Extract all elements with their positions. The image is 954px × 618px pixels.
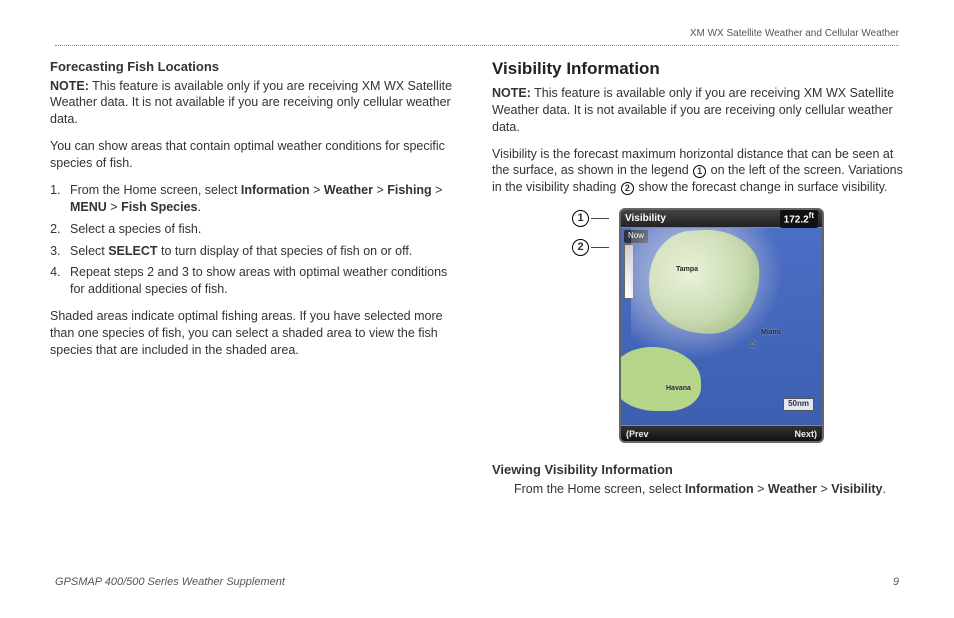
step-3: Select SELECT to turn display of that sp… [64, 243, 462, 260]
header-divider [55, 45, 899, 46]
callouts: 1 2 [572, 208, 609, 268]
note-text-r: This feature is available only if you ar… [492, 86, 894, 134]
callout-inline-2: 2 [621, 182, 634, 195]
step3-bold: SELECT [108, 244, 157, 258]
next-label: Next) [794, 428, 817, 440]
heading-visibility: Visibility Information [492, 58, 904, 81]
note-para: NOTE: This feature is available only if … [50, 78, 462, 129]
callout-num-1: 1 [572, 210, 589, 227]
right-column: Visibility Information NOTE: This featur… [492, 58, 904, 508]
note-text: This feature is available only if you ar… [50, 79, 452, 127]
callout-1: 1 [572, 210, 609, 227]
prev-label: (Prev [626, 428, 649, 440]
note-label-r: NOTE: [492, 86, 531, 100]
step-2: Select a species of fish. [64, 221, 462, 238]
nav-info: Information [241, 183, 310, 197]
device-screenshot: Visibility 172.2ft Now Tampa Miami Havan… [619, 208, 824, 443]
land-florida [646, 226, 764, 337]
step3-post: to turn display of that species of fish … [158, 244, 413, 258]
callout-2: 2 [572, 239, 609, 256]
vis-c: show the forecast change in surface visi… [635, 180, 888, 194]
city-miami: Miami [761, 328, 781, 337]
city-tampa: Tampa [676, 265, 698, 274]
page-number: 9 [893, 576, 899, 588]
left-column: Forecasting Fish Locations NOTE: This fe… [50, 58, 462, 508]
callout-line-1 [591, 218, 609, 219]
vis-desc: Visibility is the forecast maximum horiz… [492, 146, 904, 197]
section-title-forecasting: Forecasting Fish Locations [50, 58, 462, 76]
city-havana: Havana [666, 384, 691, 393]
note-para-right: NOTE: This feature is available only if … [492, 85, 904, 136]
viewing-steps: From the Home screen, select Information… [514, 481, 904, 498]
header-chapter: XM WX Satellite Weather and Cellular Wea… [690, 28, 899, 39]
vv-info: Information [685, 482, 754, 496]
page-footer: GPSMAP 400/500 Series Weather Supplement… [55, 576, 899, 588]
sub-heading-viewing: Viewing Visibility Information [492, 461, 904, 479]
callout-inline-1: 1 [693, 165, 706, 178]
vv-weather: Weather [768, 482, 817, 496]
boat-icon: ⌂ [749, 335, 756, 351]
map-legend [624, 244, 634, 299]
step-4: Repeat steps 2 and 3 to show areas with … [64, 264, 462, 298]
step3-pre: Select [70, 244, 108, 258]
figure: 1 2 Visibility 172.2ft Now Tampa [492, 208, 904, 443]
nav-weather: Weather [324, 183, 373, 197]
vv-vis: Visibility [831, 482, 882, 496]
page-columns: Forecasting Fish Locations NOTE: This fe… [50, 58, 904, 508]
shaded-para: Shaded areas indicate optimal fishing ar… [50, 308, 462, 359]
map-now-label: Now [624, 230, 648, 243]
map-title: Visibility [625, 212, 666, 226]
steps-list: From the Home screen, select Information… [64, 182, 462, 298]
callout-line-2 [591, 247, 609, 248]
step1-pre: From the Home screen, select [70, 183, 241, 197]
vv-pre: From the Home screen, select [514, 482, 685, 496]
map-topbar: Visibility 172.2ft [621, 210, 822, 228]
nav-fishing: Fishing [387, 183, 431, 197]
map-scale: 50nm [783, 398, 814, 411]
note-label: NOTE: [50, 79, 89, 93]
map-value: 172.2ft [780, 210, 818, 228]
nav-menu: MENU [70, 200, 107, 214]
callout-num-2: 2 [572, 239, 589, 256]
footer-title: GPSMAP 400/500 Series Weather Supplement [55, 576, 285, 588]
intro-para: You can show areas that contain optimal … [50, 138, 462, 172]
nav-species: Fish Species [121, 200, 197, 214]
land-cuba [619, 347, 701, 412]
map-bottombar: (Prev Next) [621, 425, 822, 441]
step-1: From the Home screen, select Information… [64, 182, 462, 216]
